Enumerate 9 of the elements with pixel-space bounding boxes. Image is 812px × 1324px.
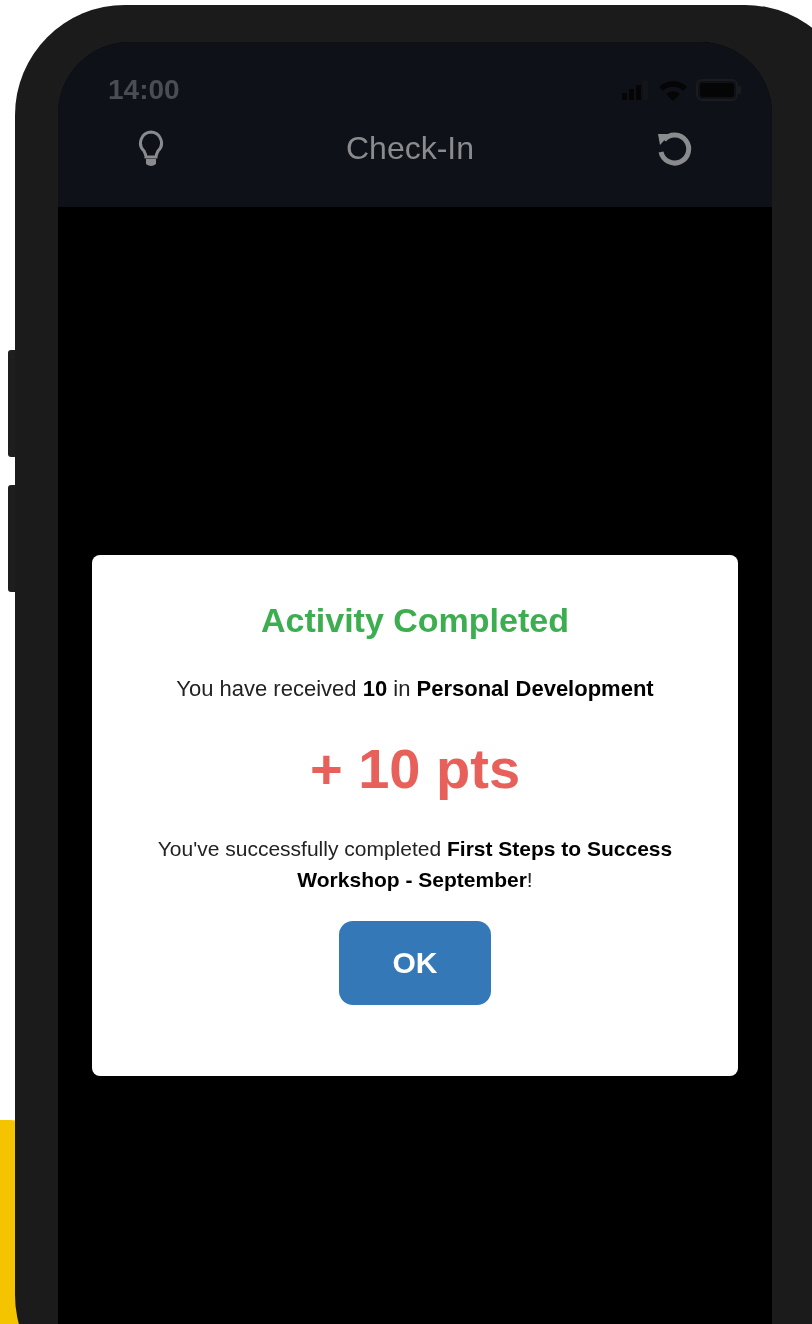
points-earned: + 10 pts: [309, 736, 521, 801]
lightbulb-icon[interactable]: [138, 129, 164, 168]
dialog-detail: You've successfully completed First Steps to Success Workshop - September!: [156, 836, 674, 893]
battery-icon: [696, 79, 742, 101]
screen-title: Check-In: [345, 130, 474, 167]
dialog-title: Activity Completed: [261, 601, 569, 640]
ok-button[interactable]: OK: [339, 921, 491, 1005]
status-time: 14:00: [108, 74, 180, 106]
dialog-message: You have received 10 in Personal Development: [176, 676, 654, 702]
